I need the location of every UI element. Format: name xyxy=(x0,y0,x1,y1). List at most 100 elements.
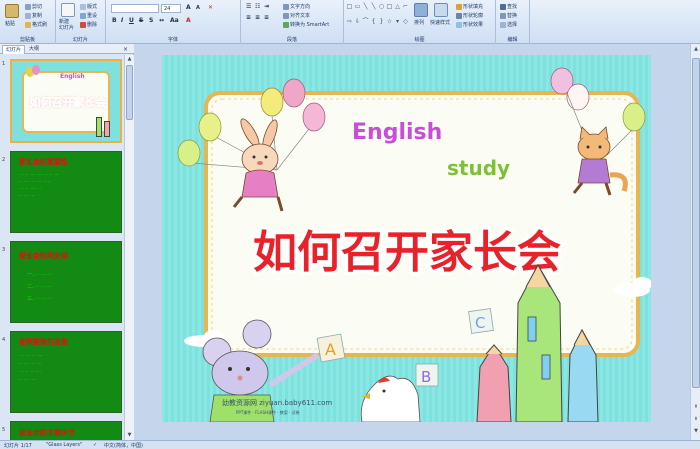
spacing-icon[interactable]: ↔ xyxy=(159,17,164,24)
shape-effects-button[interactable]: 形状效果 xyxy=(456,21,483,28)
tab-slides[interactable]: 幻灯片 xyxy=(2,45,26,54)
thumb-title: 老师要做的准备 xyxy=(19,338,68,346)
reset-button[interactable]: 重设 xyxy=(80,12,97,19)
square-shape-icon[interactable]: □ xyxy=(386,3,393,17)
scroll-down-icon[interactable]: ▼ xyxy=(692,428,700,436)
slide-canvas[interactable]: English study 如何召开家长会 C B A 幼教资源网 ziyuan… xyxy=(162,55,651,422)
new-slide-icon[interactable] xyxy=(61,3,75,17)
brace-shape-icon[interactable]: { xyxy=(370,18,377,32)
editor-scrollbar[interactable]: ▲ ⇞ ⇟ ▼ xyxy=(690,44,700,440)
arrow-shape-icon[interactable]: ⇨ xyxy=(346,18,353,32)
font-name-combo[interactable] xyxy=(111,4,159,13)
rectangle-shape-icon[interactable]: □ xyxy=(346,3,353,17)
shrink-font-icon[interactable]: A xyxy=(196,5,200,11)
prev-slide-icon[interactable]: ⇞ xyxy=(692,404,700,412)
slide-thumbnail-5[interactable]: 家长会的主要环节 xyxy=(10,421,122,440)
convert-smartart-button[interactable]: 转换为 SmartArt xyxy=(283,21,329,28)
more-shape-icon[interactable]: ▾ xyxy=(394,18,401,32)
spellcheck-icon[interactable]: ✓ xyxy=(93,442,97,448)
slide-number: 4 xyxy=(2,337,6,343)
star-shape-icon[interactable]: ☆ xyxy=(386,18,393,32)
english-word: English xyxy=(352,120,442,145)
slide-thumbnail-1[interactable]: 如何召开家长会 English xyxy=(10,59,122,143)
arrange-button[interactable]: 排列 xyxy=(414,19,424,26)
delete-label: 删除 xyxy=(87,22,98,28)
thumb-title: 如何召开家长会 xyxy=(29,96,107,110)
shape-fill-button[interactable]: 形状填充 xyxy=(456,3,483,10)
panel-scrollbar[interactable]: ▲ ▼ xyxy=(124,55,134,440)
layout-icon xyxy=(80,3,86,10)
shape-outline-button[interactable]: 形状轮廓 xyxy=(456,12,483,19)
font-size-combo[interactable]: 24 xyxy=(161,4,181,13)
align-left-icon[interactable]: ≡ xyxy=(246,14,251,21)
replace-button[interactable]: 替换 xyxy=(500,12,517,19)
slide-thumbnail-3[interactable]: 家长会时间安排 一、··· ···· ·· 二、··· ·· ···· 三、··… xyxy=(10,241,122,323)
curve-shape-icon[interactable]: ⌒ xyxy=(362,18,369,32)
editor-scroll-thumb[interactable] xyxy=(692,58,700,388)
brush-icon xyxy=(25,21,31,28)
slide-thumbnail-2[interactable]: 家长会的重要性 ··· ·· ··· ···· ·· ·· ··· ·· ···… xyxy=(10,151,122,233)
bold-icon[interactable]: B xyxy=(112,17,117,24)
slide-thumbnail-4[interactable]: 老师要做的准备 ··· ··· ·· ···· ·· ···· ·· ··· ·… xyxy=(10,331,122,413)
format-painter-button[interactable]: 格式刷 xyxy=(25,21,47,28)
delete-button[interactable]: 删除 xyxy=(80,21,97,28)
slides-panel: 幻灯片 大纲 × 1 如何召开家长会 English 2 家长会的重要性 ···… xyxy=(0,44,134,440)
binoculars-icon xyxy=(500,3,506,10)
select-button[interactable]: 选择 xyxy=(500,21,517,28)
slide-number: 5 xyxy=(2,427,6,433)
quick-styles-icon[interactable] xyxy=(434,3,448,17)
copy-button[interactable]: 复制 xyxy=(25,12,42,19)
grow-font-icon[interactable]: A xyxy=(186,4,191,11)
align-center-icon[interactable]: ≡ xyxy=(255,14,260,21)
align-text-button[interactable]: 对齐文本 xyxy=(283,12,310,19)
group-paragraph: ☰ ☷ ⇥ ≡ ≡ ≡ 文字方向 对齐文本 转换为 SmartArt 段落 xyxy=(241,0,344,44)
close-panel-icon[interactable]: × xyxy=(120,45,131,54)
text-direction-button[interactable]: 文字方向 xyxy=(283,3,310,10)
thumb-title: 家长会的重要性 xyxy=(19,158,68,166)
scroll-up-icon[interactable]: ▲ xyxy=(692,46,700,54)
shadow-icon[interactable]: S xyxy=(149,17,153,24)
group-clipboard: 粘贴 剪切 复制 格式刷 剪贴板 xyxy=(0,0,56,44)
underline-icon[interactable]: U xyxy=(129,17,134,24)
strikethrough-icon[interactable]: S xyxy=(139,17,143,24)
shapes-gallery[interactable]: □ ▭ ╲ ╲ ○ □ △ ⌐ ⇨ ⇩ ⌒ { } ☆ ▾ ◇ xyxy=(346,3,408,31)
cut-button[interactable]: 剪切 xyxy=(25,3,42,10)
align-text-icon xyxy=(283,12,289,19)
block-a-letter: A xyxy=(325,340,336,359)
bracket-shape-icon[interactable]: ⌐ xyxy=(402,3,409,17)
tab-outline[interactable]: 大纲 xyxy=(26,45,42,54)
quick-styles-button[interactable]: 快速样式 xyxy=(430,19,450,26)
oval-shape-icon[interactable]: ○ xyxy=(378,3,385,17)
scroll-down-icon[interactable]: ▼ xyxy=(126,432,133,439)
brace2-shape-icon[interactable]: } xyxy=(378,18,385,32)
scroll-up-icon[interactable]: ▲ xyxy=(126,56,133,63)
next-slide-icon[interactable]: ⇟ xyxy=(692,416,700,424)
panel-tabs: 幻灯片 大纲 × xyxy=(0,44,134,54)
extra-shape-icon[interactable]: ◇ xyxy=(402,18,409,32)
font-color-icon[interactable]: A xyxy=(186,17,191,24)
indent-icon[interactable]: ⇥ xyxy=(264,3,269,10)
numbering-icon[interactable]: ☷ xyxy=(255,3,260,10)
italic-icon[interactable]: I xyxy=(121,17,123,24)
align-right-icon[interactable]: ≡ xyxy=(264,14,269,21)
layout-button[interactable]: 版式 xyxy=(80,3,97,10)
triangle-shape-icon[interactable]: △ xyxy=(394,3,401,17)
rect-shape-icon[interactable]: ▭ xyxy=(354,3,361,17)
block-b-icon: B xyxy=(415,363,439,387)
arrow2-shape-icon[interactable]: ⇩ xyxy=(354,18,361,32)
panel-scroll-thumb[interactable] xyxy=(126,65,133,120)
bullets-icon[interactable]: ☰ xyxy=(246,3,251,10)
change-case-icon[interactable]: Aa xyxy=(170,17,179,24)
slide-editor: English study 如何召开家长会 C B A 幼教资源网 ziyuan… xyxy=(135,44,700,440)
line-shape-icon[interactable]: ╲ xyxy=(362,3,369,17)
paste-button[interactable]: 粘贴 xyxy=(5,20,15,27)
paste-icon[interactable] xyxy=(5,4,19,18)
thumb-line: ··· ··· ·· ···· xyxy=(19,353,43,359)
language[interactable]: 中文(简体，中国) xyxy=(104,442,143,449)
thumb-line: ··· ·· ··· ···· ·· ·· ··· xyxy=(19,172,59,178)
line2-shape-icon[interactable]: ╲ xyxy=(370,3,377,17)
arrange-icon[interactable] xyxy=(414,3,428,17)
clear-format-icon[interactable]: ✕ xyxy=(208,4,213,11)
new-slide-button[interactable]: 新建 幻灯片 xyxy=(59,19,74,31)
find-button[interactable]: 查找 xyxy=(500,3,517,10)
